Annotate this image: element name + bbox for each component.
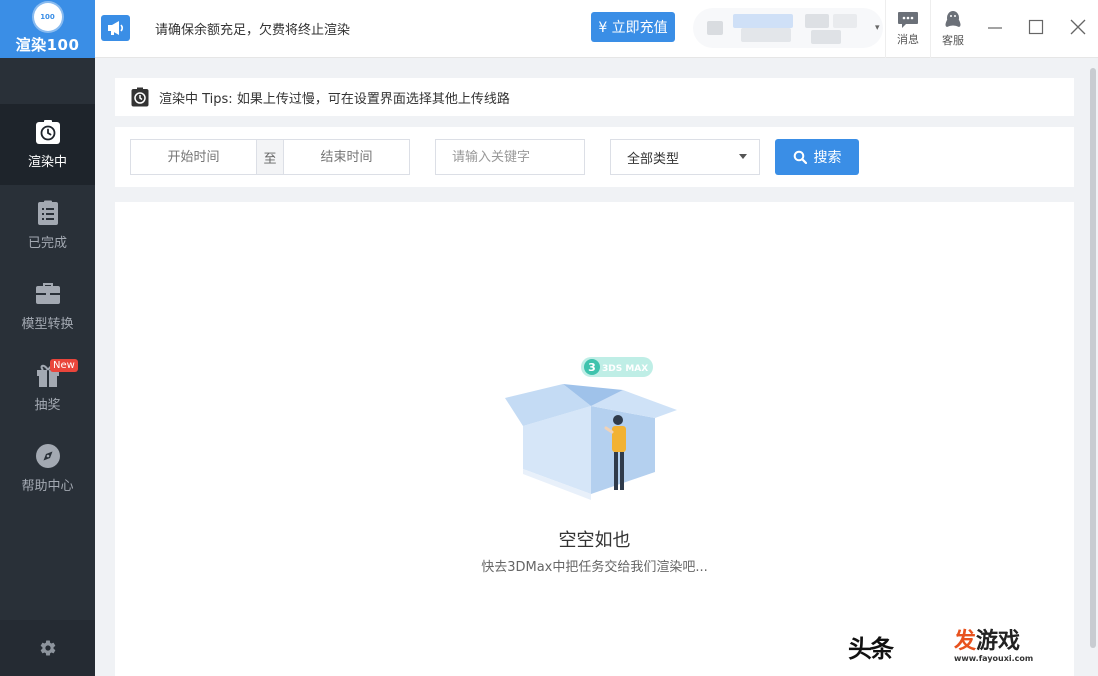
sidebar-item-label: 抽奖: [34, 398, 61, 413]
logo-text: 渲染100: [15, 36, 80, 54]
watermark-url: www.fayouxi.com: [954, 653, 1034, 663]
chevron-down-icon: [739, 154, 747, 159]
sidebar-item-label: 模型转换: [21, 317, 74, 332]
keyword-search-input[interactable]: [435, 139, 585, 175]
account-dropdown-icon[interactable]: ▾: [875, 23, 880, 33]
maximize-button[interactable]: [1021, 14, 1051, 40]
tips-text: 渲染中 Tips: 如果上传过慢，可在设置界面选择其他上传线路: [159, 91, 510, 107]
sidebar-item-label: 帮助中心: [21, 479, 74, 494]
sidebar: 100 渲染100 渲染中 已完成 模型转换 抽奖 New 帮助中心: [0, 0, 95, 676]
sidebar-item-lottery[interactable]: 抽奖 New: [0, 347, 95, 428]
sidebar-nav: 渲染中 已完成 模型转换 抽奖 New 帮助中心: [0, 104, 95, 509]
search-button-label: 搜索: [813, 150, 842, 166]
search-button[interactable]: 搜索: [775, 139, 859, 175]
minimize-icon: [988, 27, 1002, 29]
scrollbar-thumb[interactable]: [1090, 68, 1096, 648]
gear-icon: [40, 640, 55, 656]
app-logo: 100 渲染100: [0, 0, 95, 58]
sidebar-item-model-convert[interactable]: 模型转换: [0, 266, 95, 347]
megaphone-icon: [107, 21, 123, 35]
sidebar-item-label: 已完成: [27, 236, 67, 251]
empty-box-illustration: 3 3DS MAX: [505, 357, 677, 500]
stopwatch-icon: [131, 87, 149, 107]
svg-text:3: 3: [588, 361, 596, 374]
clipboard-list-icon: [37, 200, 58, 225]
watermark: 头条 发游戏 www.fayouxi.com: [848, 622, 1088, 670]
empty-state-subtitle: 快去3DMax中把任务交给我们渲染吧...: [481, 560, 708, 575]
user-account-blurred[interactable]: [693, 8, 883, 48]
close-button[interactable]: [1063, 14, 1093, 40]
qq-penguin-icon: [945, 11, 961, 27]
watermark-logo: 发游戏 www.fayouxi.com: [950, 627, 1038, 665]
messages-button[interactable]: 消息: [885, 0, 930, 58]
close-icon: [1070, 19, 1086, 35]
new-badge: New: [50, 359, 78, 372]
settings-button[interactable]: [0, 620, 95, 676]
logo-badge: 100: [33, 3, 62, 31]
scrollbar[interactable]: [1088, 58, 1098, 676]
watermark-site-name-a: 发: [954, 628, 977, 654]
briefcase-icon: [35, 283, 60, 304]
minimize-button[interactable]: [980, 14, 1010, 40]
tips-bar: 渲染中 Tips: 如果上传过慢，可在设置界面选择其他上传线路: [115, 78, 1074, 116]
top-header: 请确保余额充足，欠费将终止渲染 ¥ 立即充值 ▾ 消息 客服: [95, 0, 1098, 58]
stopwatch-icon: [35, 120, 60, 144]
sidebar-item-rendering[interactable]: 渲染中: [0, 104, 95, 185]
search-icon: [793, 150, 807, 164]
notice-button[interactable]: [101, 15, 130, 41]
support-button[interactable]: 客服: [930, 0, 975, 58]
start-time-input[interactable]: [131, 140, 256, 174]
recharge-button[interactable]: ¥ 立即充值: [591, 12, 675, 42]
3ds-max-badge: 3DS MAX: [602, 364, 648, 374]
date-range-separator: 至: [256, 140, 284, 174]
sidebar-item-help-center[interactable]: 帮助中心: [0, 428, 95, 509]
sidebar-item-label: 渲染中: [27, 155, 67, 170]
date-range-picker: 至: [130, 139, 410, 175]
chat-bubble-icon: [898, 12, 918, 28]
sidebar-item-completed[interactable]: 已完成: [0, 185, 95, 266]
messages-label: 消息: [897, 33, 919, 46]
type-select[interactable]: 全部类型: [610, 139, 760, 175]
filter-bar: 至 全部类型 搜索: [115, 127, 1074, 187]
type-select-value: 全部类型: [627, 151, 680, 167]
maximize-icon: [1028, 19, 1044, 35]
empty-state-title: 空空如也: [558, 530, 631, 551]
compass-icon: [35, 444, 60, 468]
support-label: 客服: [942, 34, 964, 47]
balance-notice: 请确保余额充足，欠费将终止渲染: [155, 23, 351, 38]
end-time-input[interactable]: [284, 140, 409, 174]
watermark-left-text: 头条: [848, 634, 894, 663]
task-list-panel: 3 3DS MAX 空空如也 快去3DMax中把任务交给我们渲染吧...: [115, 202, 1074, 676]
watermark-site-name-b: 游戏: [976, 628, 1021, 654]
